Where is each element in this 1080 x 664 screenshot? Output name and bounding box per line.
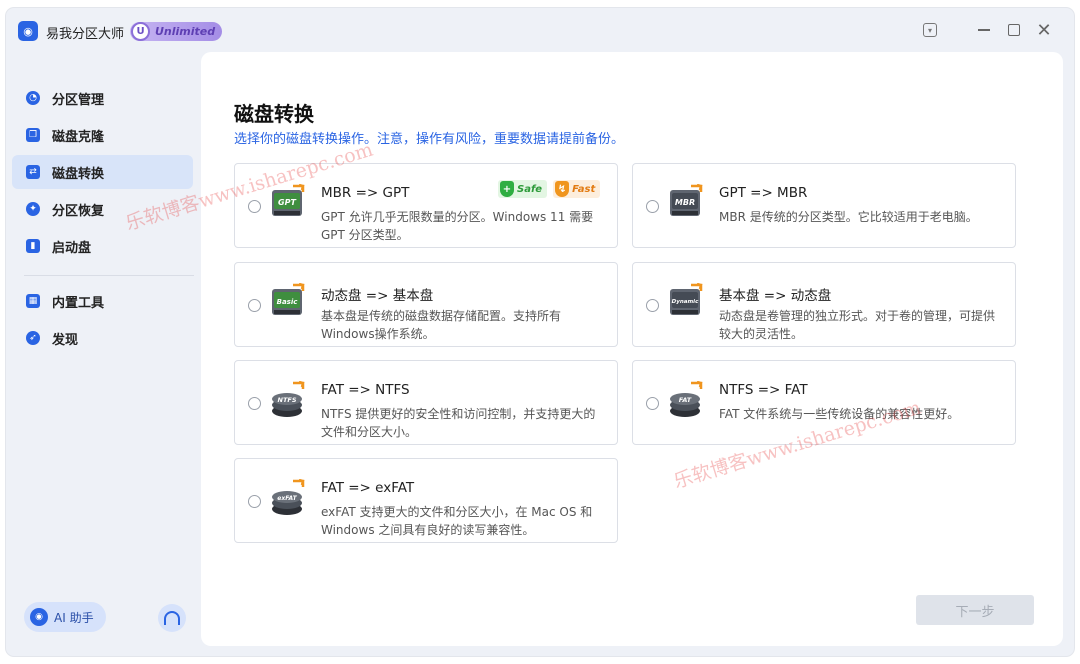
option-card-fat-to-exfat[interactable]: exFAT FAT => exFAT exFAT 支持更大的文件和分区大小，在 … bbox=[234, 458, 618, 543]
sidebar-item-builtin-tools[interactable]: ▦ 内置工具 bbox=[12, 284, 193, 318]
option-description: MBR 是传统的分区类型。它比较适用于老电脑。 bbox=[719, 210, 978, 224]
shield-plus-icon: + bbox=[500, 181, 514, 197]
disk-convert-basic-icon: Basic bbox=[272, 283, 305, 315]
option-title: GPT => MBR bbox=[719, 185, 808, 201]
option-description: exFAT 支持更大的文件和分区大小，在 Mac OS 和 Windows 之间… bbox=[321, 505, 593, 537]
sidebar-item-disk-convert[interactable]: ⇄ 磁盘转换 bbox=[12, 155, 193, 189]
disk-convert-gpt-icon: GPT bbox=[272, 184, 305, 216]
download-icon[interactable]: ▾ bbox=[920, 20, 940, 40]
app-window: ◉ 易我分区大师 U Unlimited ▾ ✕ ◔ 分区管理 ❐ 磁盘克隆 ⇄… bbox=[6, 8, 1074, 656]
sidebar-item-label: 磁盘克隆 bbox=[52, 129, 105, 145]
app-logo-icon: ◉ bbox=[18, 21, 38, 41]
svg-text:Basic: Basic bbox=[277, 298, 299, 306]
app-title: 易我分区大师 bbox=[46, 27, 125, 42]
minimize-icon[interactable] bbox=[974, 20, 994, 40]
sidebar-item-partition-manager[interactable]: ◔ 分区管理 bbox=[12, 81, 193, 115]
option-description: NTFS 提供更好的安全性和访问控制，并支持更大的文件和分区大小。 bbox=[321, 407, 596, 439]
support-button[interactable] bbox=[158, 604, 186, 632]
radio-button[interactable] bbox=[646, 200, 659, 213]
sidebar-item-label: 启动盘 bbox=[52, 240, 92, 256]
option-title: NTFS => FAT bbox=[719, 382, 808, 398]
option-title: 基本盘 => 动态盘 bbox=[719, 288, 832, 304]
svg-text:NTFS: NTFS bbox=[278, 396, 297, 404]
svg-text:GPT: GPT bbox=[278, 198, 296, 207]
main-panel: 磁盘转换 选择你的磁盘转换操作。注意，操作有风险，重要数据请提前备份。 GPT … bbox=[201, 52, 1063, 646]
title-bar: ◉ 易我分区大师 U Unlimited ▾ ✕ bbox=[6, 8, 1074, 52]
option-description: GPT 允许几乎无限数量的分区。Windows 11 需要 GPT 分区类型。 bbox=[321, 210, 594, 242]
sidebar-divider bbox=[24, 275, 194, 276]
maximize-icon[interactable] bbox=[1004, 20, 1024, 40]
pie-chart-icon: ◔ bbox=[26, 91, 40, 105]
option-title: FAT => NTFS bbox=[321, 382, 410, 398]
radio-button[interactable] bbox=[248, 397, 261, 410]
option-title: 动态盘 => 基本盘 bbox=[321, 288, 434, 304]
page-subtitle: 选择你的磁盘转换操作。注意，操作有风险，重要数据请提前备份。 bbox=[234, 132, 625, 147]
disk-convert-dynamic-icon: Dynamic bbox=[670, 283, 703, 315]
option-description: 动态盘是卷管理的独立形式。对于卷的管理，可提供较大的灵活性。 bbox=[719, 309, 996, 341]
fast-tag: ↯ Fast bbox=[553, 180, 601, 198]
robot-icon: ◉ bbox=[30, 608, 48, 626]
sidebar-item-partition-recovery[interactable]: ✦ 分区恢复 bbox=[12, 192, 193, 226]
next-button[interactable]: 下一步 bbox=[916, 595, 1034, 625]
option-description: FAT 文件系统与一些传统设备的兼容性更好。 bbox=[719, 407, 960, 421]
close-icon[interactable]: ✕ bbox=[1034, 20, 1054, 41]
svg-text:Dynamic: Dynamic bbox=[672, 299, 699, 305]
filesystem-fat-icon: FAT bbox=[670, 381, 703, 417]
radio-button[interactable] bbox=[646, 397, 659, 410]
sidebar-item-boot-disk[interactable]: ▮ 启动盘 bbox=[12, 229, 193, 263]
safe-tag: + Safe bbox=[498, 180, 548, 198]
unlimited-badge[interactable]: U Unlimited bbox=[130, 22, 222, 41]
compass-icon: ➶ bbox=[26, 331, 40, 345]
lightning-icon: ↯ bbox=[555, 181, 570, 197]
option-card-dynamic-to-basic[interactable]: Basic 动态盘 => 基本盘 基本盘是传统的磁盘数据存储配置。支持所有 Wi… bbox=[234, 262, 618, 347]
sidebar-item-disk-clone[interactable]: ❐ 磁盘克隆 bbox=[12, 118, 193, 152]
option-tags: + Safe ↯ Fast bbox=[498, 180, 601, 198]
svg-text:exFAT: exFAT bbox=[277, 495, 297, 502]
option-description: 基本盘是传统的磁盘数据存储配置。支持所有 Windows操作系统。 bbox=[321, 309, 562, 341]
sidebar-item-label: 磁盘转换 bbox=[52, 166, 105, 182]
badge-u-icon: U bbox=[131, 22, 150, 41]
radio-button[interactable] bbox=[248, 299, 261, 312]
sidebar-item-label: 发现 bbox=[52, 332, 79, 348]
sidebar-item-discover[interactable]: ➶ 发现 bbox=[12, 321, 193, 355]
option-card-mbr-to-gpt[interactable]: GPT MBR => GPT + Safe ↯ Fast GPT 允许几乎无限数量的… bbox=[234, 163, 618, 248]
sidebar-item-label: 内置工具 bbox=[52, 295, 105, 311]
disk-convert-mbr-icon: MBR bbox=[670, 184, 703, 216]
option-card-fat-to-ntfs[interactable]: NTFS FAT => NTFS NTFS 提供更好的安全性和访问控制，并支持更… bbox=[234, 360, 618, 445]
svg-text:MBR: MBR bbox=[675, 198, 695, 207]
option-title: MBR => GPT bbox=[321, 185, 410, 201]
option-card-gpt-to-mbr[interactable]: MBR GPT => MBR MBR 是传统的分区类型。它比较适用于老电脑。 bbox=[632, 163, 1016, 248]
filesystem-ntfs-icon: NTFS bbox=[272, 381, 305, 417]
page-title: 磁盘转换 bbox=[234, 102, 314, 126]
ai-assistant-label: AI 助手 bbox=[54, 610, 94, 625]
badge-label: Unlimited bbox=[155, 25, 216, 38]
headset-icon bbox=[164, 611, 180, 625]
sidebar-item-label: 分区恢复 bbox=[52, 203, 105, 219]
filesystem-exfat-icon: exFAT bbox=[272, 479, 305, 515]
option-card-basic-to-dynamic[interactable]: Dynamic 基本盘 => 动态盘 动态盘是卷管理的独立形式。对于卷的管理，可… bbox=[632, 262, 1016, 347]
ai-assistant-button[interactable]: ◉ AI 助手 bbox=[24, 602, 106, 632]
svg-text:FAT: FAT bbox=[679, 396, 692, 404]
radio-button[interactable] bbox=[248, 200, 261, 213]
disk-clone-icon: ❐ bbox=[26, 128, 40, 142]
option-card-ntfs-to-fat[interactable]: FAT NTFS => FAT FAT 文件系统与一些传统设备的兼容性更好。 bbox=[632, 360, 1016, 445]
toolbox-icon: ▦ bbox=[26, 294, 40, 308]
option-title: FAT => exFAT bbox=[321, 480, 415, 496]
sidebar-item-label: 分区管理 bbox=[52, 92, 105, 108]
disk-convert-icon: ⇄ bbox=[26, 165, 40, 179]
radio-button[interactable] bbox=[646, 299, 659, 312]
radio-button[interactable] bbox=[248, 495, 261, 508]
partition-recovery-icon: ✦ bbox=[26, 202, 40, 216]
usb-drive-icon: ▮ bbox=[26, 239, 40, 253]
